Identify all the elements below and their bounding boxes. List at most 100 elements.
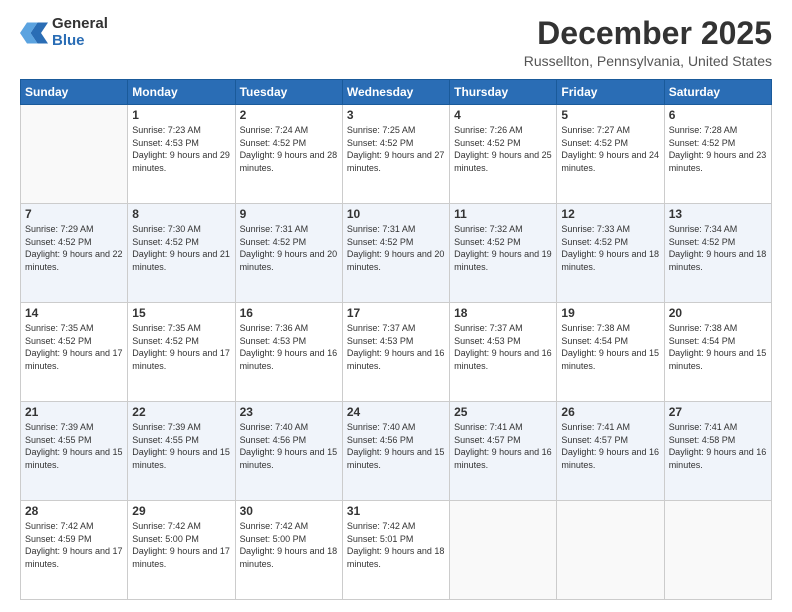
day-number: 23 xyxy=(240,405,338,419)
day-info: Sunrise: 7:37 AMSunset: 4:53 PMDaylight:… xyxy=(347,322,445,372)
day-info: Sunrise: 7:31 AMSunset: 4:52 PMDaylight:… xyxy=(347,223,445,273)
table-row: 22 Sunrise: 7:39 AMSunset: 4:55 PMDaylig… xyxy=(128,402,235,501)
col-tuesday: Tuesday xyxy=(235,80,342,105)
table-row: 29 Sunrise: 7:42 AMSunset: 5:00 PMDaylig… xyxy=(128,501,235,600)
table-row: 8 Sunrise: 7:30 AMSunset: 4:52 PMDayligh… xyxy=(128,204,235,303)
day-info: Sunrise: 7:42 AMSunset: 5:00 PMDaylight:… xyxy=(240,520,338,570)
day-number: 16 xyxy=(240,306,338,320)
col-friday: Friday xyxy=(557,80,664,105)
table-row xyxy=(21,105,128,204)
table-row: 3 Sunrise: 7:25 AMSunset: 4:52 PMDayligh… xyxy=(342,105,449,204)
day-number: 14 xyxy=(25,306,123,320)
table-row: 11 Sunrise: 7:32 AMSunset: 4:52 PMDaylig… xyxy=(450,204,557,303)
day-info: Sunrise: 7:39 AMSunset: 4:55 PMDaylight:… xyxy=(132,421,230,471)
day-info: Sunrise: 7:35 AMSunset: 4:52 PMDaylight:… xyxy=(25,322,123,372)
day-number: 29 xyxy=(132,504,230,518)
day-number: 19 xyxy=(561,306,659,320)
day-info: Sunrise: 7:42 AMSunset: 5:00 PMDaylight:… xyxy=(132,520,230,570)
day-number: 12 xyxy=(561,207,659,221)
day-number: 3 xyxy=(347,108,445,122)
table-row: 28 Sunrise: 7:42 AMSunset: 4:59 PMDaylig… xyxy=(21,501,128,600)
table-row: 23 Sunrise: 7:40 AMSunset: 4:56 PMDaylig… xyxy=(235,402,342,501)
day-number: 9 xyxy=(240,207,338,221)
table-row: 13 Sunrise: 7:34 AMSunset: 4:52 PMDaylig… xyxy=(664,204,771,303)
table-row: 21 Sunrise: 7:39 AMSunset: 4:55 PMDaylig… xyxy=(21,402,128,501)
calendar-header-row: Sunday Monday Tuesday Wednesday Thursday… xyxy=(21,80,772,105)
day-info: Sunrise: 7:41 AMSunset: 4:57 PMDaylight:… xyxy=(561,421,659,471)
table-row xyxy=(450,501,557,600)
table-row: 2 Sunrise: 7:24 AMSunset: 4:52 PMDayligh… xyxy=(235,105,342,204)
day-number: 31 xyxy=(347,504,445,518)
day-info: Sunrise: 7:42 AMSunset: 5:01 PMDaylight:… xyxy=(347,520,445,570)
day-info: Sunrise: 7:30 AMSunset: 4:52 PMDaylight:… xyxy=(132,223,230,273)
day-number: 4 xyxy=(454,108,552,122)
day-number: 8 xyxy=(132,207,230,221)
table-row: 14 Sunrise: 7:35 AMSunset: 4:52 PMDaylig… xyxy=(21,303,128,402)
calendar-week-row: 1 Sunrise: 7:23 AMSunset: 4:53 PMDayligh… xyxy=(21,105,772,204)
logo-general: General xyxy=(52,16,108,33)
day-number: 1 xyxy=(132,108,230,122)
col-wednesday: Wednesday xyxy=(342,80,449,105)
col-saturday: Saturday xyxy=(664,80,771,105)
table-row: 26 Sunrise: 7:41 AMSunset: 4:57 PMDaylig… xyxy=(557,402,664,501)
logo-blue: Blue xyxy=(52,33,108,50)
table-row xyxy=(557,501,664,600)
table-row: 19 Sunrise: 7:38 AMSunset: 4:54 PMDaylig… xyxy=(557,303,664,402)
table-row: 24 Sunrise: 7:40 AMSunset: 4:56 PMDaylig… xyxy=(342,402,449,501)
day-info: Sunrise: 7:41 AMSunset: 4:57 PMDaylight:… xyxy=(454,421,552,471)
day-info: Sunrise: 7:38 AMSunset: 4:54 PMDaylight:… xyxy=(561,322,659,372)
day-info: Sunrise: 7:27 AMSunset: 4:52 PMDaylight:… xyxy=(561,124,659,174)
day-info: Sunrise: 7:35 AMSunset: 4:52 PMDaylight:… xyxy=(132,322,230,372)
day-info: Sunrise: 7:40 AMSunset: 4:56 PMDaylight:… xyxy=(347,421,445,471)
day-number: 20 xyxy=(669,306,767,320)
day-number: 7 xyxy=(25,207,123,221)
day-number: 24 xyxy=(347,405,445,419)
calendar-week-row: 28 Sunrise: 7:42 AMSunset: 4:59 PMDaylig… xyxy=(21,501,772,600)
day-info: Sunrise: 7:40 AMSunset: 4:56 PMDaylight:… xyxy=(240,421,338,471)
table-row: 5 Sunrise: 7:27 AMSunset: 4:52 PMDayligh… xyxy=(557,105,664,204)
table-row: 20 Sunrise: 7:38 AMSunset: 4:54 PMDaylig… xyxy=(664,303,771,402)
title-block: December 2025 Russellton, Pennsylvania, … xyxy=(524,16,772,69)
calendar-week-row: 7 Sunrise: 7:29 AMSunset: 4:52 PMDayligh… xyxy=(21,204,772,303)
day-info: Sunrise: 7:37 AMSunset: 4:53 PMDaylight:… xyxy=(454,322,552,372)
table-row: 30 Sunrise: 7:42 AMSunset: 5:00 PMDaylig… xyxy=(235,501,342,600)
day-number: 5 xyxy=(561,108,659,122)
table-row: 9 Sunrise: 7:31 AMSunset: 4:52 PMDayligh… xyxy=(235,204,342,303)
day-number: 13 xyxy=(669,207,767,221)
table-row: 27 Sunrise: 7:41 AMSunset: 4:58 PMDaylig… xyxy=(664,402,771,501)
day-info: Sunrise: 7:32 AMSunset: 4:52 PMDaylight:… xyxy=(454,223,552,273)
day-info: Sunrise: 7:39 AMSunset: 4:55 PMDaylight:… xyxy=(25,421,123,471)
day-number: 22 xyxy=(132,405,230,419)
day-number: 27 xyxy=(669,405,767,419)
day-number: 10 xyxy=(347,207,445,221)
table-row: 7 Sunrise: 7:29 AMSunset: 4:52 PMDayligh… xyxy=(21,204,128,303)
day-info: Sunrise: 7:28 AMSunset: 4:52 PMDaylight:… xyxy=(669,124,767,174)
table-row: 18 Sunrise: 7:37 AMSunset: 4:53 PMDaylig… xyxy=(450,303,557,402)
table-row: 25 Sunrise: 7:41 AMSunset: 4:57 PMDaylig… xyxy=(450,402,557,501)
logo: General Blue xyxy=(20,16,108,49)
day-info: Sunrise: 7:34 AMSunset: 4:52 PMDaylight:… xyxy=(669,223,767,273)
location: Russellton, Pennsylvania, United States xyxy=(524,53,772,69)
day-number: 17 xyxy=(347,306,445,320)
day-info: Sunrise: 7:31 AMSunset: 4:52 PMDaylight:… xyxy=(240,223,338,273)
table-row: 16 Sunrise: 7:36 AMSunset: 4:53 PMDaylig… xyxy=(235,303,342,402)
col-monday: Monday xyxy=(128,80,235,105)
table-row: 4 Sunrise: 7:26 AMSunset: 4:52 PMDayligh… xyxy=(450,105,557,204)
day-number: 26 xyxy=(561,405,659,419)
col-thursday: Thursday xyxy=(450,80,557,105)
table-row: 6 Sunrise: 7:28 AMSunset: 4:52 PMDayligh… xyxy=(664,105,771,204)
month-title: December 2025 xyxy=(524,16,772,51)
day-info: Sunrise: 7:38 AMSunset: 4:54 PMDaylight:… xyxy=(669,322,767,372)
day-info: Sunrise: 7:29 AMSunset: 4:52 PMDaylight:… xyxy=(25,223,123,273)
day-number: 28 xyxy=(25,504,123,518)
day-info: Sunrise: 7:42 AMSunset: 4:59 PMDaylight:… xyxy=(25,520,123,570)
logo-text: General Blue xyxy=(52,16,108,49)
day-info: Sunrise: 7:41 AMSunset: 4:58 PMDaylight:… xyxy=(669,421,767,471)
col-sunday: Sunday xyxy=(21,80,128,105)
day-number: 11 xyxy=(454,207,552,221)
table-row xyxy=(664,501,771,600)
day-number: 2 xyxy=(240,108,338,122)
calendar-week-row: 21 Sunrise: 7:39 AMSunset: 4:55 PMDaylig… xyxy=(21,402,772,501)
table-row: 10 Sunrise: 7:31 AMSunset: 4:52 PMDaylig… xyxy=(342,204,449,303)
day-number: 25 xyxy=(454,405,552,419)
